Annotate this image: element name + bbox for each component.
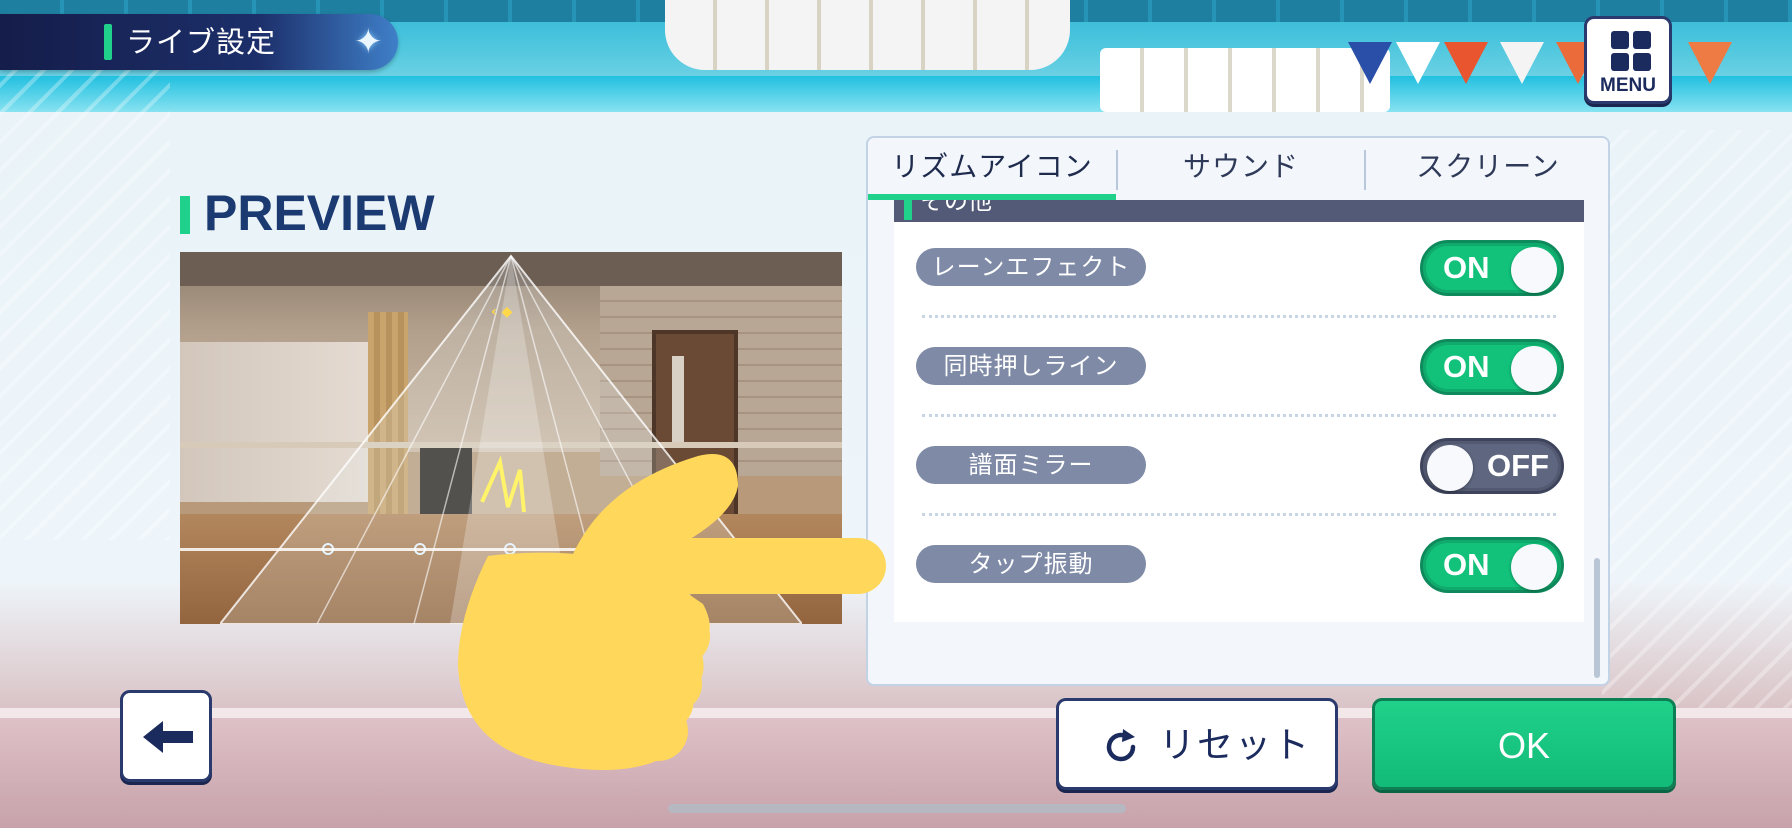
toggle-state: ON — [1443, 349, 1490, 384]
refresh-icon — [1106, 729, 1136, 762]
tap-vibration-toggle[interactable]: ON — [1420, 537, 1564, 593]
section-header: その他 — [894, 200, 1584, 222]
section-accent-bar — [904, 200, 912, 220]
toggle-state: ON — [1443, 547, 1490, 582]
decorative-stripes — [1602, 130, 1792, 730]
tab-sound[interactable]: サウンド — [1118, 138, 1364, 200]
row-divider — [922, 414, 1556, 417]
screen-header: ライブ設定 ✦ — [0, 14, 398, 70]
toggle-state: ON — [1443, 250, 1490, 285]
preview-title-text: PREVIEW — [204, 185, 435, 241]
bunting-flag — [1396, 42, 1440, 84]
row-divider — [922, 513, 1556, 516]
screen-title: ライブ設定 — [126, 25, 277, 59]
setting-row-chart-mirror: 譜面ミラー OFF — [894, 420, 1584, 516]
ok-button[interactable]: OK — [1372, 698, 1676, 790]
bunting-flag — [1500, 42, 1544, 84]
toggle-knob — [1511, 247, 1557, 293]
toggle-state: OFF — [1487, 448, 1549, 483]
setting-row-simultaneous-line: 同時押しライン ON — [894, 321, 1584, 417]
settings-panel: リズムアイコン サウンド スクリーン その他 レーンエフェクト ON 同時押しラ… — [866, 136, 1610, 686]
arrow-left-icon — [143, 721, 193, 753]
tab-rhythm-icon[interactable]: リズムアイコン — [868, 138, 1116, 200]
reset-button[interactable]: リセット — [1056, 698, 1338, 790]
setting-label: タップ振動 — [916, 545, 1146, 583]
simultaneous-line-toggle[interactable]: ON — [1420, 339, 1564, 395]
preview-title: PREVIEW — [180, 188, 435, 238]
settings-tabs: リズムアイコン サウンド スクリーン — [868, 138, 1608, 200]
ok-label: OK — [1497, 725, 1550, 766]
reset-label: リセット — [1159, 725, 1312, 766]
setting-row-tap-vibration: タップ振動 ON — [894, 519, 1584, 615]
setting-row-lane-effect: レーンエフェクト ON — [894, 222, 1584, 318]
background-tent — [1100, 48, 1390, 112]
bunting-flag — [1348, 42, 1392, 84]
setting-label: 譜面ミラー — [916, 446, 1146, 484]
row-divider — [922, 315, 1556, 318]
preview-notes: ‹ ◆ — [491, 304, 513, 320]
bunting-flag — [1444, 42, 1488, 84]
pointing-hand-icon — [458, 454, 886, 770]
lane-effect-toggle[interactable]: ON — [1420, 240, 1564, 296]
setting-label: 同時押しライン — [916, 347, 1146, 385]
tab-screen[interactable]: スクリーン — [1366, 138, 1610, 200]
back-button[interactable] — [120, 690, 212, 782]
setting-label: レーンエフェクト — [916, 248, 1146, 286]
bunting-flag — [1688, 42, 1732, 84]
toggle-knob — [1511, 346, 1557, 392]
sparkle-icon: ✦ — [354, 22, 383, 62]
toggle-knob — [1427, 445, 1473, 491]
menu-button[interactable]: MENU — [1584, 16, 1672, 104]
chart-mirror-toggle[interactable]: OFF — [1420, 438, 1564, 494]
grid-icon — [1611, 31, 1651, 71]
header-accent-bar — [104, 24, 112, 60]
menu-label: MENU — [1600, 75, 1656, 96]
section-title: その他 — [920, 200, 992, 215]
settings-list[interactable]: その他 レーンエフェクト ON 同時押しライン ON 譜面ミラー OFF タップ… — [894, 200, 1584, 622]
home-indicator[interactable] — [668, 804, 1126, 813]
settings-scrollbar[interactable] — [1594, 558, 1600, 678]
toggle-knob — [1511, 544, 1557, 590]
background-tent — [665, 0, 1070, 70]
decorative-stripes — [0, 60, 170, 540]
